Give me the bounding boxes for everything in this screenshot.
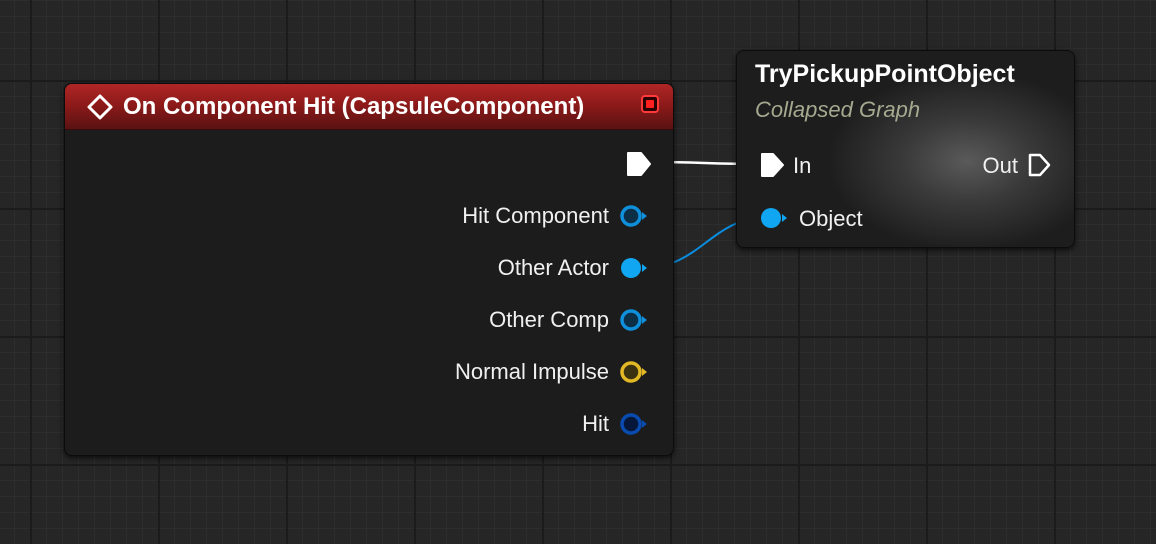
struct-pin-icon[interactable] <box>619 411 649 437</box>
pin-label: Hit Component <box>462 203 609 228</box>
exec-out-pin-icon[interactable] <box>625 150 653 178</box>
pin-label-in: In <box>793 153 812 178</box>
object-pin-connected-icon[interactable] <box>619 255 649 281</box>
pin-label: Hit <box>582 411 609 436</box>
event-diamond-icon <box>87 94 113 120</box>
pin-row-hit[interactable]: Hit <box>349 409 649 439</box>
pin-row-other-comp[interactable]: Other Comp <box>349 305 649 335</box>
graph-canvas[interactable]: On Component Hit (CapsuleComponent) Hit … <box>0 0 1156 544</box>
object-pin-icon[interactable] <box>619 203 649 229</box>
event-node-on-component-hit[interactable]: On Component Hit (CapsuleComponent) Hit … <box>64 83 674 456</box>
pin-label-object: Object <box>799 206 863 231</box>
collapsed-graph-node[interactable]: TryPickupPointObject Collapsed Graph In … <box>736 50 1075 248</box>
event-node-header[interactable]: On Component Hit (CapsuleComponent) <box>65 84 673 130</box>
pin-row-hit-component[interactable]: Hit Component <box>349 201 649 231</box>
close-icon[interactable] <box>641 95 659 113</box>
pin-row-normal-impulse[interactable]: Normal Impulse <box>349 357 649 387</box>
pin-label: Normal Impulse <box>454 359 609 384</box>
pin-label: Other Comp <box>489 307 609 332</box>
object-pin-icon[interactable] <box>619 307 649 333</box>
vector-pin-icon[interactable] <box>619 359 649 385</box>
graph-node-title: TryPickupPointObject <box>755 60 1015 88</box>
pin-label-out: Out <box>982 153 1018 178</box>
pin-label: Other Actor <box>497 255 609 280</box>
pin-row-other-actor[interactable]: Other Actor <box>349 253 649 283</box>
object-pin-connected-icon[interactable] <box>759 205 789 231</box>
event-node-title: On Component Hit (CapsuleComponent) <box>123 93 585 120</box>
graph-node-subtitle: Collapsed Graph <box>755 97 921 122</box>
exec-in-pin-icon[interactable] <box>759 151 787 179</box>
exec-out-pin-icon[interactable] <box>1026 151 1054 179</box>
